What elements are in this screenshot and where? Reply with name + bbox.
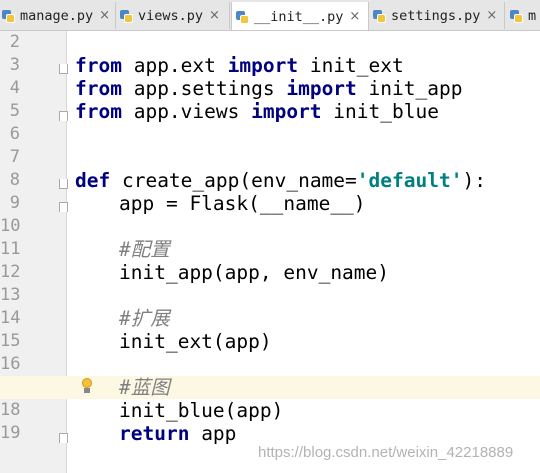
line-number: 5	[9, 101, 20, 121]
close-icon[interactable]: ×	[99, 8, 110, 23]
code-line-19[interactable]: return app	[75, 422, 236, 445]
line-number: 13	[0, 285, 21, 305]
tab-init-py[interactable]: __init__.py ×	[231, 2, 369, 30]
tab-settings-py[interactable]: settings.py ×	[369, 2, 505, 29]
code-line-3[interactable]: from app.ext import init_ext	[75, 54, 404, 77]
code-line-9[interactable]: app = Flask(__name__)	[75, 192, 366, 215]
tab-label: settings.py	[391, 7, 481, 24]
python-file-icon	[372, 8, 388, 24]
code-line-8[interactable]: def create_app(env_name='default'):	[75, 169, 486, 192]
close-icon[interactable]: ×	[486, 8, 497, 23]
line-number: 9	[9, 193, 20, 213]
code-line-12[interactable]: init_app(app, env_name)	[75, 261, 389, 284]
line-number: 19	[0, 423, 21, 443]
python-file-icon	[1, 8, 17, 24]
code-line-18[interactable]: init_blue(app)	[75, 399, 283, 422]
line-number: 10	[0, 216, 21, 236]
tab-manage-py[interactable]: manage.py ×	[0, 2, 116, 29]
tab-label: views.py	[138, 7, 204, 24]
line-number: 15	[0, 331, 21, 351]
lightbulb-icon[interactable]	[81, 378, 93, 394]
tab-label: __init__.py	[254, 8, 344, 25]
code-editor[interactable]: from app.ext import init_ext from app.se…	[0, 31, 540, 473]
tab-overflow[interactable]: m	[506, 2, 540, 29]
close-icon[interactable]: ×	[209, 8, 220, 23]
line-number: 14	[0, 308, 21, 328]
line-number: 2	[9, 32, 20, 52]
watermark: https://blog.csdn.net/weixin_42218889	[258, 444, 514, 461]
line-number: 18	[0, 400, 21, 420]
code-line-11[interactable]: #配置	[75, 238, 170, 261]
line-number: 16	[0, 354, 21, 374]
close-icon[interactable]: ×	[349, 9, 360, 24]
tab-views-py[interactable]: views.py ×	[116, 2, 230, 29]
line-number: 6	[9, 124, 20, 144]
python-file-icon	[119, 8, 135, 24]
tab-label: m	[528, 7, 537, 24]
line-number: 8	[9, 170, 20, 190]
line-number: 3	[9, 55, 20, 75]
line-number-gutter[interactable]: 2 3 4 5 6 7 8 9 10 11 12 13 14 15 16 17 …	[0, 31, 68, 473]
code-line-15[interactable]: init_ext(app)	[75, 330, 272, 353]
code-line-4[interactable]: from app.settings import init_app	[75, 77, 462, 100]
tab-label: manage.py	[20, 7, 94, 24]
line-number: 4	[9, 78, 20, 98]
code-line-14[interactable]: #扩展	[75, 307, 170, 330]
editor-tab-bar: manage.py × views.py × __init__.py × set…	[0, 0, 540, 31]
code-line-5[interactable]: from app.views import init_blue	[75, 100, 439, 123]
line-number: 7	[9, 147, 20, 167]
python-file-icon	[235, 9, 251, 25]
python-file-icon	[509, 8, 525, 24]
line-number: 12	[0, 262, 21, 282]
line-number: 11	[0, 239, 21, 259]
